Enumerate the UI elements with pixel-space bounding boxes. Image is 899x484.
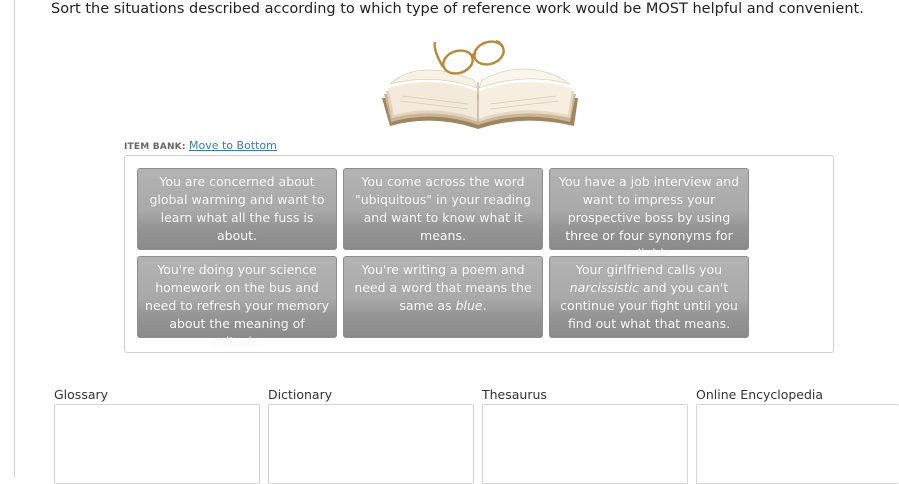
left-divider [14, 0, 15, 477]
item-bank-label: ITEM BANK: [124, 142, 186, 152]
drop-zone-online-encyclopedia[interactable] [696, 404, 899, 484]
move-to-bottom-link[interactable]: Move to Bottom [189, 139, 277, 152]
drop-zone-thesaurus[interactable] [482, 404, 688, 484]
open-book-with-glasses-icon [382, 39, 578, 129]
draggable-tile[interactable]: You have a job interview and want to imp… [549, 168, 749, 261]
category-label-online-encyclopedia: Online Encyclopedia [696, 387, 824, 402]
draggable-tile[interactable]: Your girlfriend calls you narcissistic a… [549, 256, 749, 338]
draggable-tile[interactable]: You are concerned about global warming a… [137, 168, 337, 250]
instructions-text: Sort the situations described according … [51, 1, 864, 17]
drop-zone-glossary[interactable] [54, 404, 260, 484]
item-bank-header: ITEM BANK: Move to Bottom [124, 139, 277, 154]
category-label-dictionary: Dictionary [268, 387, 333, 402]
draggable-tile[interactable]: You're doing your science homework on th… [137, 256, 337, 349]
category-label-thesaurus: Thesaurus [482, 387, 547, 402]
category-label-glossary: Glossary [54, 387, 109, 402]
draggable-tile[interactable]: You come across the word "ubiquitous" in… [343, 168, 543, 250]
item-bank: You are concerned about global warming a… [124, 155, 834, 353]
drop-zone-dictionary[interactable] [268, 404, 474, 484]
draggable-tile[interactable]: You're writing a poem and need a word th… [343, 256, 543, 338]
